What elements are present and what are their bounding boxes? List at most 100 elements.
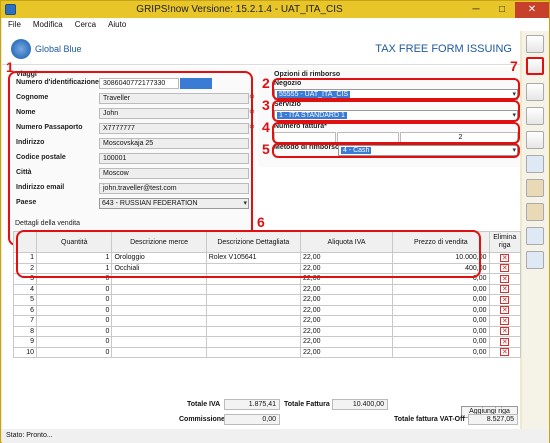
- toolbar-refresh-icon[interactable]: [526, 251, 544, 269]
- vat-cell[interactable]: 22,00: [299, 336, 394, 348]
- delete-icon[interactable]: ✕: [500, 295, 510, 304]
- price-cell[interactable]: 0,00: [392, 346, 490, 358]
- description-cell[interactable]: [111, 294, 207, 306]
- detail-cell[interactable]: [205, 294, 301, 306]
- sales-section-label: Dettagli della vendita: [15, 220, 80, 227]
- delete-cell: ✕: [488, 304, 521, 316]
- price-cell[interactable]: 0,00: [392, 283, 490, 295]
- delete-icon[interactable]: ✕: [500, 274, 510, 283]
- vat-cell[interactable]: 22,00: [299, 283, 394, 295]
- toolbar-new-icon[interactable]: [526, 35, 544, 53]
- qty-cell[interactable]: 0: [36, 283, 113, 295]
- callout-number-3: 3: [262, 97, 270, 113]
- qty-cell[interactable]: 0: [36, 325, 113, 337]
- title-bar: GRIPS!now Versione: 15.2.1.4 - UAT_ITA_C…: [1, 1, 549, 18]
- menu-edit[interactable]: Modifica: [27, 20, 69, 29]
- qty-cell[interactable]: 0: [36, 346, 113, 358]
- total-invoice-value: 10.400,00: [332, 399, 388, 410]
- delete-icon[interactable]: ✕: [500, 348, 510, 357]
- delete-icon[interactable]: ✕: [500, 337, 510, 346]
- detail-cell[interactable]: [205, 346, 301, 358]
- vat-cell[interactable]: 22,00: [299, 346, 394, 358]
- toolbar-copy-icon[interactable]: [526, 83, 544, 101]
- qty-cell[interactable]: 0: [36, 294, 113, 306]
- callout-number-2: 2: [262, 75, 270, 91]
- minimize-button[interactable]: ─: [463, 2, 489, 18]
- toolbar-doc-icon[interactable]: [526, 131, 544, 149]
- price-cell[interactable]: 0,00: [392, 325, 490, 337]
- total-vatoff-value: 8.527,05: [468, 414, 518, 425]
- description-cell[interactable]: [111, 325, 207, 337]
- delete-cell: ✕: [488, 252, 521, 264]
- price-cell[interactable]: 0,00: [392, 315, 490, 327]
- callout-number-5: 5: [262, 141, 270, 157]
- description-cell[interactable]: [111, 346, 207, 358]
- qty-cell[interactable]: 0: [36, 315, 113, 327]
- price-cell[interactable]: 0,00: [392, 304, 490, 316]
- description-cell[interactable]: [111, 283, 207, 295]
- callout-box-3: [272, 100, 520, 122]
- global-blue-logo: Global Blue: [11, 39, 82, 59]
- delete-cell: ✕: [488, 336, 521, 348]
- delete-cell: ✕: [488, 346, 521, 358]
- callout-number-4: 4: [262, 119, 270, 135]
- detail-cell[interactable]: [205, 283, 301, 295]
- toolbar-users-icon[interactable]: [526, 179, 544, 197]
- toolbar-users-alt-icon[interactable]: [526, 203, 544, 221]
- form-header: Global Blue TAX FREE FORM ISSUING: [2, 31, 520, 65]
- table-row: 6 0 22,00 0,00 ✕: [12, 304, 521, 316]
- delete-cell: ✕: [488, 315, 521, 327]
- row-number: 6: [12, 304, 38, 316]
- price-cell[interactable]: 0,00: [392, 294, 490, 306]
- detail-cell[interactable]: [205, 325, 301, 337]
- delete-cell: ✕: [488, 283, 521, 295]
- qty-cell[interactable]: 0: [36, 336, 113, 348]
- description-cell[interactable]: [111, 304, 207, 316]
- form-title: TAX FREE FORM ISSUING: [375, 43, 512, 55]
- vat-cell[interactable]: 22,00: [299, 315, 394, 327]
- row-number: 10: [12, 346, 38, 358]
- right-toolbar: [522, 31, 549, 429]
- table-row: 8 0 22,00 0,00 ✕: [12, 325, 521, 337]
- vat-cell[interactable]: 22,00: [299, 294, 394, 306]
- toolbar-edit-icon[interactable]: [526, 57, 544, 75]
- price-cell[interactable]: 0,00: [392, 336, 490, 348]
- detail-cell[interactable]: [205, 304, 301, 316]
- vat-cell[interactable]: 22,00: [299, 325, 394, 337]
- refund-section-label: Opzioni di rimborso: [274, 71, 341, 78]
- row-number: 9: [12, 336, 38, 348]
- total-vat-label: Totale IVA: [187, 401, 221, 408]
- delete-icon[interactable]: ✕: [500, 285, 510, 294]
- maximize-button[interactable]: □: [489, 2, 515, 18]
- app-window: GRIPS!now Versione: 15.2.1.4 - UAT_ITA_C…: [0, 0, 550, 443]
- delete-icon[interactable]: ✕: [500, 264, 510, 273]
- detail-cell[interactable]: [205, 315, 301, 327]
- delete-icon[interactable]: ✕: [500, 316, 510, 325]
- total-vat-value: 1.875,41: [224, 399, 280, 410]
- close-button[interactable]: ✕: [515, 1, 549, 18]
- callout-number-7: 7: [510, 58, 518, 74]
- total-invoice-label: Totale Fattura: [284, 401, 330, 408]
- row-number: 4: [12, 283, 38, 295]
- qty-cell[interactable]: 0: [36, 304, 113, 316]
- table-row: 5 0 22,00 0,00 ✕: [12, 294, 521, 306]
- delete-icon[interactable]: ✕: [500, 253, 510, 262]
- callout-box-6: [16, 230, 481, 278]
- menu-bar: File Modifica Cerca Aiuto: [2, 18, 549, 31]
- logo-emblem-icon: [11, 39, 31, 59]
- menu-search[interactable]: Cerca: [69, 20, 102, 29]
- menu-file[interactable]: File: [2, 20, 27, 29]
- table-row: 7 0 22,00 0,00 ✕: [12, 315, 521, 327]
- toolbar-list-icon[interactable]: [526, 155, 544, 173]
- detail-cell[interactable]: [205, 336, 301, 348]
- callout-number-6: 6: [257, 214, 265, 230]
- row-number: 7: [12, 315, 38, 327]
- vat-cell[interactable]: 22,00: [299, 304, 394, 316]
- delete-icon[interactable]: ✕: [500, 327, 510, 336]
- description-cell[interactable]: [111, 336, 207, 348]
- menu-help[interactable]: Aiuto: [102, 20, 132, 29]
- toolbar-search-icon[interactable]: [526, 227, 544, 245]
- toolbar-print-icon[interactable]: [526, 107, 544, 125]
- description-cell[interactable]: [111, 315, 207, 327]
- delete-icon[interactable]: ✕: [500, 306, 510, 315]
